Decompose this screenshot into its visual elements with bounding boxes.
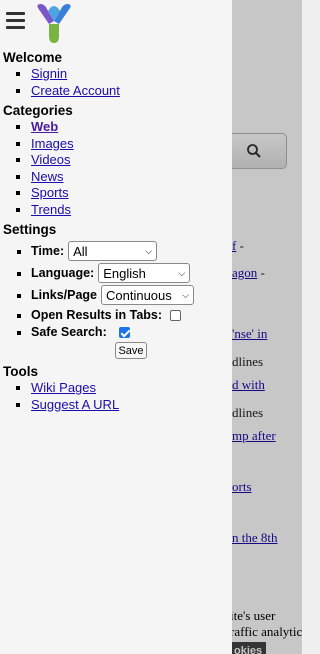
category-videos-link[interactable]: Videos [31,152,71,167]
links-per-page-label: Links/Page [31,288,97,302]
section-settings: Settings [3,222,57,237]
setting-language: Language: English ⌵ [31,263,232,283]
list-item: Create Account [31,83,232,100]
chevron-down-icon: ⌵ [182,289,189,300]
tools-list: Wiki Pages Suggest A URL [0,380,232,413]
list-item: Trends [31,202,232,219]
drawer-header [0,0,232,46]
list-item: Wiki Pages [31,380,232,397]
list-item: Signin [31,66,232,83]
category-trends-link[interactable]: Trends [31,202,71,217]
links-per-page-select[interactable]: Continuous ⌵ [101,285,194,305]
category-web-link[interactable]: Web [31,119,58,134]
list-item: Videos [31,152,232,169]
categories-list: Web Images Videos News Sports Trends [0,119,232,219]
section-categories: Categories [3,103,73,118]
category-sports-link[interactable]: Sports [31,185,69,200]
safe-search-checkbox[interactable] [118,326,130,338]
setting-links-per-page: Links/Page Continuous ⌵ [31,285,232,305]
save-button[interactable]: Save [115,342,147,359]
time-value: All [73,243,88,259]
list-item: Images [31,136,232,153]
suggest-url-link[interactable]: Suggest A URL [31,397,119,412]
hamburger-icon[interactable] [6,12,25,29]
chevron-down-icon: ⌵ [145,245,153,256]
chevron-down-icon: ⌵ [178,267,186,278]
signin-link[interactable]: Signin [31,66,67,81]
list-item: Web [31,119,232,136]
wiki-pages-link[interactable]: Wiki Pages [31,380,96,395]
language-label: Language: [31,266,95,280]
list-item: Sports [31,185,232,202]
time-select[interactable]: All ⌵ [68,241,158,261]
setting-safe-search: Safe Search: [31,325,232,339]
create-account-link[interactable]: Create Account [31,83,120,98]
section-welcome: Welcome [3,50,63,65]
section-tools: Tools [3,364,38,379]
category-news-link[interactable]: News [31,169,64,184]
welcome-list: Signin Create Account [0,66,232,99]
language-select[interactable]: English ⌵ [98,263,191,283]
setting-open-tabs: Open Results in Tabs: [31,308,232,322]
time-label: Time: [31,244,65,258]
links-per-page-value: Continuous [106,287,172,303]
settings-list: Time: All ⌵ Language: English ⌵ [0,241,232,339]
open-tabs-checkbox[interactable] [170,309,182,321]
safe-search-label: Safe Search: [31,325,107,339]
open-tabs-label: Open Results in Tabs: [31,308,163,322]
setting-time: Time: All ⌵ [31,241,232,261]
overlay-scrim[interactable] [232,0,302,654]
list-item: News [31,169,232,186]
list-item: Suggest A URL [31,397,232,414]
side-drawer: Welcome Signin Create Account Categories… [0,0,232,654]
category-images-link[interactable]: Images [31,136,74,151]
language-value: English [103,265,146,281]
site-logo [37,4,71,43]
